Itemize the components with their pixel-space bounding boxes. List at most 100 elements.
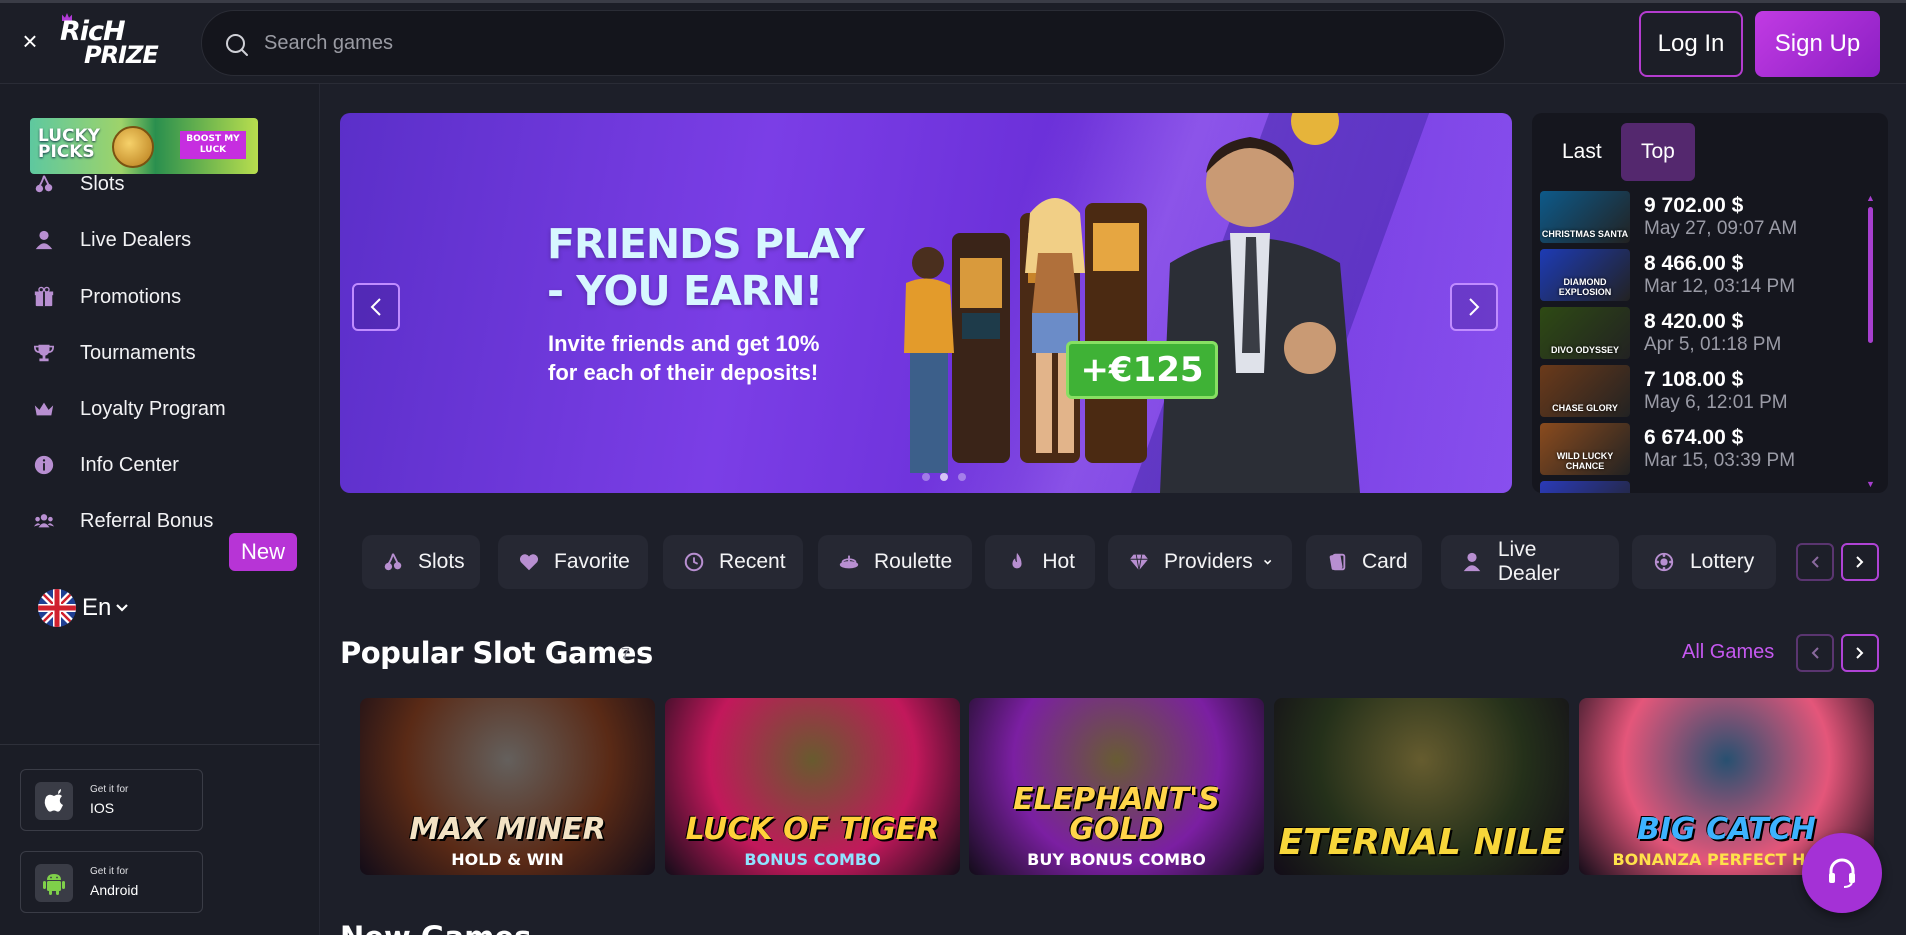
winner-text: 7 108.00 $ May 6, 12:01 PM: [1644, 368, 1788, 415]
game-thumbnail: CHASE GLORY: [1540, 365, 1630, 417]
game-title: LUCK OF TIGER: [685, 812, 940, 847]
scroll-down-arrow[interactable]: ▼: [1866, 479, 1875, 489]
category-label: Roulette: [874, 550, 953, 573]
all-games-link[interactable]: All Games: [1682, 641, 1774, 664]
ios-app-button[interactable]: Get it for IOS: [20, 769, 203, 831]
chevron-right-icon: [1856, 556, 1864, 568]
category-label: Lottery: [1690, 550, 1755, 573]
winner-row[interactable]: DIVO ODYSSEY 8 420.00 $ Apr 5, 01:18 PM: [1540, 306, 1860, 360]
category-live-dealer[interactable]: Live Dealer: [1441, 535, 1619, 589]
game-thumbnail: DIAMOND EXPLOSION: [1540, 249, 1630, 301]
game-title: ETERNAL NILE: [1278, 822, 1565, 863]
language-selector[interactable]: En: [38, 588, 129, 628]
game-tile[interactable]: MAX MINER HOLD & WIN: [360, 698, 655, 875]
winner-row[interactable]: 6 159.00 $: [1540, 480, 1860, 493]
game-thumbnail-title: DIVO ODYSSEY: [1550, 345, 1620, 355]
category-label: Recent: [719, 550, 786, 573]
android-icon: [35, 864, 73, 902]
game-tile[interactable]: ETERNAL NILE: [1274, 698, 1569, 875]
category-slots[interactable]: Slots: [362, 535, 480, 589]
winner-row[interactable]: DIAMOND EXPLOSION 8 466.00 $ Mar 12, 03:14…: [1540, 248, 1860, 302]
game-subtitle: BONUS COMBO: [744, 850, 881, 869]
win-date: May 6, 12:01 PM: [1644, 391, 1788, 413]
flame-icon: [1005, 550, 1028, 574]
game-thumbnail-title: WILD LUCKY CHANCE: [1556, 451, 1614, 471]
category-hot[interactable]: Hot: [985, 535, 1095, 589]
game-subtitle: BUY BONUS COMBO: [1027, 850, 1206, 869]
heart-icon: [518, 550, 540, 574]
win-date: Mar 12, 03:14 PM: [1644, 275, 1796, 297]
category-label: Providers: [1164, 550, 1253, 573]
winner-text: 8 420.00 $ Apr 5, 01:18 PM: [1644, 310, 1781, 357]
android-app-button[interactable]: Get it for Android: [20, 851, 203, 913]
game-thumbnail: CHRISTMAS SANTA: [1540, 191, 1630, 243]
game-thumbnail: [1540, 481, 1630, 493]
section-count: 7: [621, 646, 630, 663]
chevron-down-icon: [116, 604, 129, 612]
clock-icon: [683, 550, 705, 574]
app-platform-label: IOS: [90, 800, 115, 816]
category-roulette[interactable]: Roulette: [818, 535, 972, 589]
game-title: ELEPHANT'S GOLD: [1013, 782, 1220, 847]
games-next-button[interactable]: [1841, 634, 1879, 672]
win-amount: 9 702.00 $: [1644, 193, 1744, 217]
category-label: Live Dealer: [1497, 538, 1560, 585]
category-label: Slots: [418, 550, 465, 573]
winner-text: 6 674.00 $ Mar 15, 03:39 PM: [1644, 426, 1795, 473]
category-favorite[interactable]: Favorite: [498, 535, 648, 589]
apple-icon: [35, 782, 73, 820]
category-providers[interactable]: Providers: [1108, 535, 1292, 589]
sidebar-item-label: Referral Bonus: [80, 509, 214, 532]
cards-icon: [1326, 550, 1348, 574]
category-label: Hot: [1042, 550, 1075, 573]
chevron-left-icon: [1811, 556, 1819, 568]
app-get-it-label: Get it for: [90, 866, 129, 877]
game-thumbnail-title: DIAMOND EXPLOSION: [1558, 277, 1612, 297]
language-code: En: [82, 594, 112, 621]
scroll-up-arrow[interactable]: ▲: [1866, 193, 1875, 203]
winner-text: 9 702.00 $ May 27, 09:07 AM: [1644, 194, 1797, 241]
uk-flag-icon: [38, 589, 76, 627]
app-platform-label: Android: [90, 882, 139, 898]
cherries-icon: [382, 550, 404, 574]
win-date: May 27, 09:07 AM: [1644, 217, 1798, 239]
users-icon: [30, 507, 58, 535]
category-label: Favorite: [554, 550, 630, 573]
win-date: Mar 15, 03:39 PM: [1644, 449, 1796, 471]
category-lottery[interactable]: Lottery: [1632, 535, 1776, 589]
diamond-icon: [1128, 550, 1150, 574]
win-amount: 6 674.00 $: [1644, 425, 1744, 449]
game-tile[interactable]: ELEPHANT'S GOLD BUY BONUS COMBO: [969, 698, 1264, 875]
section-title: Popular Slot Games: [340, 636, 653, 670]
winner-row[interactable]: CHASE GLORY 7 108.00 $ May 6, 12:01 PM: [1540, 364, 1860, 418]
new-badge: New: [229, 533, 297, 571]
game-thumbnail: DIVO ODYSSEY: [1540, 307, 1630, 359]
winner-row[interactable]: WILD LUCKY CHANCE 6 674.00 $ Mar 15, 03:39…: [1540, 422, 1860, 476]
game-thumbnail-title: CHASE GLORY: [1552, 403, 1618, 413]
win-date: Apr 5, 01:18 PM: [1644, 333, 1782, 355]
categories-prev-button[interactable]: [1796, 543, 1834, 581]
game-thumbnail-title: CHRISTMAS SANTA: [1541, 229, 1629, 239]
roulette-icon: [838, 550, 860, 574]
winners-scrollbar[interactable]: [1868, 207, 1873, 343]
game-subtitle: HOLD & WIN: [451, 850, 564, 869]
headset-icon: [1829, 858, 1855, 888]
game-tile[interactable]: LUCK OF TIGER BONUS COMBO: [665, 698, 960, 875]
categories-next-button[interactable]: [1841, 543, 1879, 581]
games-prev-button[interactable]: [1796, 634, 1834, 672]
win-amount: 7 108.00 $: [1644, 367, 1744, 391]
support-chat-button[interactable]: [1802, 833, 1882, 913]
category-card[interactable]: Card: [1306, 535, 1422, 589]
category-label: Card: [1362, 550, 1408, 573]
win-amount: 8 420.00 $: [1644, 309, 1744, 333]
winner-row[interactable]: CHRISTMAS SANTA 9 702.00 $ May 27, 09:07 A…: [1540, 190, 1860, 244]
game-thumbnail: WILD LUCKY CHANCE: [1540, 423, 1630, 475]
winner-text: 8 466.00 $ Mar 12, 03:14 PM: [1644, 252, 1795, 299]
app-get-it-label: Get it for: [90, 784, 129, 795]
lottery-icon: [1652, 550, 1676, 574]
chevron-right-icon: [1856, 647, 1864, 659]
dealer-icon: [1461, 550, 1484, 574]
chevron-down-icon: [1263, 559, 1271, 565]
chevron-left-icon: [1811, 647, 1819, 659]
category-recent[interactable]: Recent: [663, 535, 803, 589]
